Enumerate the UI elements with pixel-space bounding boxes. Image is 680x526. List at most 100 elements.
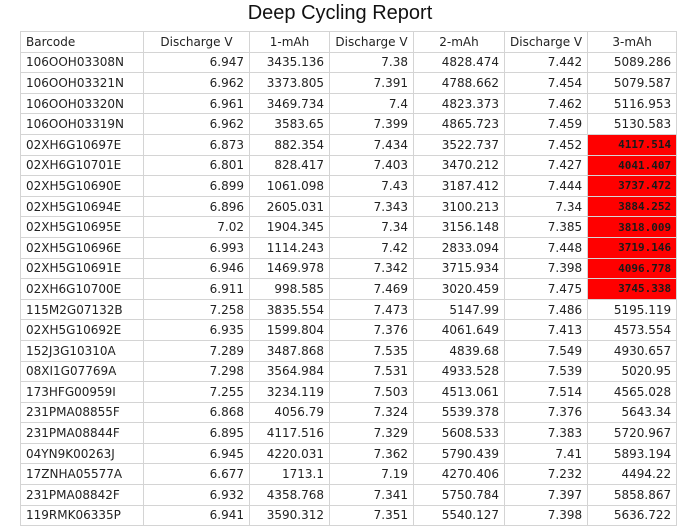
value-cell[interactable]: 6.677: [143, 463, 250, 486]
value-cell[interactable]: 3835.554: [249, 298, 330, 321]
value-cell[interactable]: 7.486: [503, 298, 589, 321]
barcode-cell[interactable]: 02XH5G10690E: [20, 175, 144, 197]
value-cell[interactable]: 4270.406: [413, 463, 505, 486]
value-cell[interactable]: 7.469: [329, 278, 414, 300]
value-cell[interactable]: 5636.722: [587, 504, 678, 526]
value-cell[interactable]: 5790.439: [413, 442, 505, 465]
value-cell[interactable]: 7.258: [143, 298, 250, 321]
value-cell[interactable]: 3522.737: [413, 133, 505, 156]
value-cell[interactable]: 7.19: [329, 463, 414, 486]
value-cell[interactable]: 7.324: [329, 401, 414, 424]
value-cell[interactable]: 7.475: [503, 278, 589, 300]
value-cell[interactable]: 7.398: [503, 257, 589, 280]
value-cell[interactable]: 3487.868: [249, 339, 330, 362]
barcode-cell[interactable]: 02XH6G10701E: [20, 154, 144, 177]
value-cell[interactable]: 7.444: [503, 175, 589, 197]
value-cell[interactable]: 6.895: [143, 422, 250, 444]
value-cell[interactable]: 7.351: [329, 504, 414, 526]
value-cell[interactable]: 7.535: [329, 339, 414, 362]
value-cell[interactable]: 1469.978: [249, 257, 330, 280]
value-cell[interactable]: 5893.194: [587, 442, 678, 465]
value-cell[interactable]: 7.531: [329, 360, 414, 383]
value-cell[interactable]: 2605.031: [249, 195, 330, 218]
value-cell[interactable]: 6.947: [143, 51, 250, 74]
value-cell[interactable]: 3583.65: [249, 113, 330, 135]
value-cell[interactable]: 3818.009: [587, 216, 678, 238]
value-cell[interactable]: 7.329: [329, 422, 414, 444]
value-cell[interactable]: 7.452: [503, 133, 589, 156]
value-cell[interactable]: 7.383: [503, 422, 589, 444]
value-cell[interactable]: 3590.312: [249, 504, 330, 526]
value-cell[interactable]: 3470.212: [413, 154, 505, 177]
value-cell[interactable]: 6.945: [143, 442, 250, 465]
value-cell[interactable]: 4494.22: [587, 463, 678, 486]
value-cell[interactable]: 4565.028: [587, 381, 678, 403]
value-cell[interactable]: 6.896: [143, 195, 250, 218]
value-cell[interactable]: 6.941: [143, 504, 250, 526]
value-cell[interactable]: 7.503: [329, 381, 414, 403]
value-cell[interactable]: 7.514: [503, 381, 589, 403]
value-cell[interactable]: 4573.554: [587, 319, 678, 341]
value-cell[interactable]: 7.42: [329, 236, 414, 259]
value-cell[interactable]: 4828.474: [413, 51, 505, 74]
value-cell[interactable]: 5147.99: [413, 298, 505, 321]
value-cell[interactable]: 5539.378: [413, 401, 505, 424]
value-cell[interactable]: 4930.657: [587, 339, 678, 362]
value-cell[interactable]: 7.399: [329, 113, 414, 135]
barcode-cell[interactable]: 02XH5G10694E: [20, 195, 144, 218]
value-cell[interactable]: 1904.345: [249, 216, 330, 238]
barcode-cell[interactable]: 106OOH03320N: [20, 92, 144, 115]
value-cell[interactable]: 5089.286: [587, 51, 678, 74]
value-cell[interactable]: 5116.953: [587, 92, 678, 115]
value-cell[interactable]: 7.376: [329, 319, 414, 341]
value-cell[interactable]: 6.935: [143, 319, 250, 341]
barcode-cell[interactable]: 106OOH03321N: [20, 72, 144, 94]
barcode-cell[interactable]: 02XH5G10695E: [20, 216, 144, 238]
value-cell[interactable]: 1114.243: [249, 236, 330, 259]
column-header[interactable]: 2-mAh: [413, 31, 505, 53]
value-cell[interactable]: 5858.867: [587, 484, 678, 506]
value-cell[interactable]: 3234.119: [249, 381, 330, 403]
value-cell[interactable]: 4061.649: [413, 319, 505, 341]
value-cell[interactable]: 7.398: [503, 504, 589, 526]
column-header[interactable]: Discharge V: [143, 31, 250, 53]
value-cell[interactable]: 3719.146: [587, 236, 678, 259]
value-cell[interactable]: 5079.587: [587, 72, 678, 94]
value-cell[interactable]: 7.376: [503, 401, 589, 424]
value-cell[interactable]: 7.403: [329, 154, 414, 177]
value-cell[interactable]: 7.4: [329, 92, 414, 115]
value-cell[interactable]: 3715.934: [413, 257, 505, 280]
value-cell[interactable]: 4865.723: [413, 113, 505, 135]
value-cell[interactable]: 7.41: [503, 442, 589, 465]
barcode-cell[interactable]: 152J3G10310A: [20, 339, 144, 362]
value-cell[interactable]: 3737.472: [587, 175, 678, 197]
column-header[interactable]: 3-mAh: [587, 31, 678, 53]
value-cell[interactable]: 7.02: [143, 216, 250, 238]
barcode-cell[interactable]: 02XH5G10696E: [20, 236, 144, 259]
value-cell[interactable]: 6.873: [143, 133, 250, 156]
value-cell[interactable]: 7.343: [329, 195, 414, 218]
barcode-cell[interactable]: 173HFG00959I: [20, 381, 144, 403]
value-cell[interactable]: 6.961: [143, 92, 250, 115]
value-cell[interactable]: 7.362: [329, 442, 414, 465]
value-cell[interactable]: 1061.098: [249, 175, 330, 197]
value-cell[interactable]: 3020.459: [413, 278, 505, 300]
value-cell[interactable]: 7.539: [503, 360, 589, 383]
value-cell[interactable]: 7.434: [329, 133, 414, 156]
value-cell[interactable]: 828.417: [249, 154, 330, 177]
value-cell[interactable]: 3373.805: [249, 72, 330, 94]
value-cell[interactable]: 4788.662: [413, 72, 505, 94]
barcode-cell[interactable]: 106OOH03319N: [20, 113, 144, 135]
barcode-cell[interactable]: 231PMA08842F: [20, 484, 144, 506]
value-cell[interactable]: 7.448: [503, 236, 589, 259]
value-cell[interactable]: 5643.34: [587, 401, 678, 424]
barcode-cell[interactable]: 02XH6G10700E: [20, 278, 144, 300]
barcode-cell[interactable]: 119RMK06335P: [20, 504, 144, 526]
value-cell[interactable]: 5020.95: [587, 360, 678, 383]
value-cell[interactable]: 4117.514: [587, 133, 678, 156]
value-cell[interactable]: 3435.136: [249, 51, 330, 74]
value-cell[interactable]: 7.385: [503, 216, 589, 238]
value-cell[interactable]: 4117.516: [249, 422, 330, 444]
value-cell[interactable]: 4220.031: [249, 442, 330, 465]
value-cell[interactable]: 7.255: [143, 381, 250, 403]
